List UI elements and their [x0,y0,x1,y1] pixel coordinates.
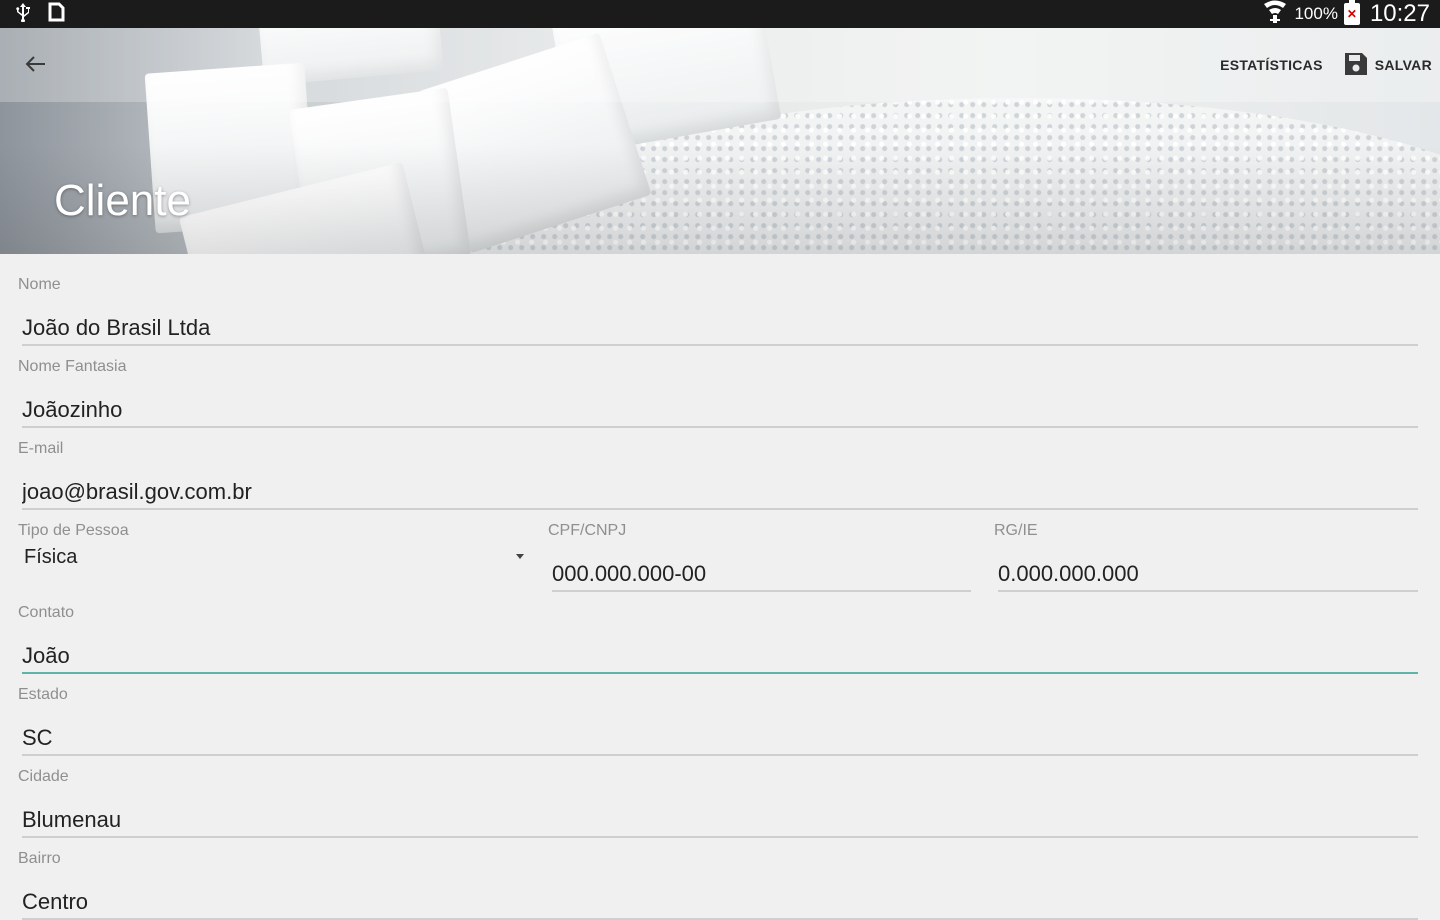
status-right-icons: 100% ✕ 10:27 [1262,0,1430,29]
field-label: Tipo de Pessoa [18,522,129,539]
client-form: Nome Nome Fantasia E-mail Tipo de Pessoa… [0,254,1440,920]
field-nome: Nome [18,254,1418,346]
dropdown-arrow-icon [516,554,524,559]
field-label: RG/IE [994,522,1038,539]
field-label: E-mail [18,440,64,457]
arrow-left-icon [25,55,47,77]
field-label: Estado [18,686,68,703]
status-left-icons [14,1,66,28]
page-title: Cliente [54,176,191,225]
tipo-pessoa-value: Física [24,546,78,568]
field-tipo-pessoa: Tipo de Pessoa Física [18,500,528,582]
battery-icon: ✕ [1343,0,1360,25]
statistics-label: ESTATÍSTICAS [1220,57,1323,73]
field-label: Nome [18,276,61,293]
field-label: Nome Fantasia [18,358,127,375]
bairro-input[interactable] [22,872,1418,920]
notification-icon [46,1,66,28]
field-email: E-mail [18,418,1418,510]
field-cidade: Cidade [18,746,1418,838]
back-button[interactable] [18,50,54,82]
field-label: Cidade [18,768,69,785]
battery-percent: 100% [1294,4,1338,23]
save-button[interactable]: SALVAR [1343,51,1432,80]
field-contato: Contato [18,582,1418,674]
header-image: ESTATÍSTICAS SALVAR Cliente [0,28,1440,254]
save-label: SALVAR [1374,57,1432,73]
field-cpf-cnpj: CPF/CNPJ [548,500,971,592]
tipo-pessoa-select[interactable]: Física [24,546,524,580]
wifi-icon [1262,0,1288,29]
field-bairro: Bairro [18,828,1418,920]
clock: 10:27 [1369,0,1430,27]
usb-icon [14,2,32,27]
field-nome-fantasia: Nome Fantasia [18,336,1418,428]
toolbar-actions: ESTATÍSTICAS SALVAR [1220,46,1432,84]
field-label: Contato [18,604,75,621]
document-row: Tipo de Pessoa Física CPF/CNPJ RG/IE [18,500,1418,592]
field-label: CPF/CNPJ [548,522,627,539]
field-rg-ie: RG/IE [994,500,1418,592]
status-bar: 100% ✕ 10:27 [0,0,1440,28]
floppy-disk-icon [1343,51,1369,80]
field-label: Bairro [18,850,61,867]
statistics-button[interactable]: ESTATÍSTICAS [1220,57,1323,73]
field-estado: Estado [18,664,1418,756]
